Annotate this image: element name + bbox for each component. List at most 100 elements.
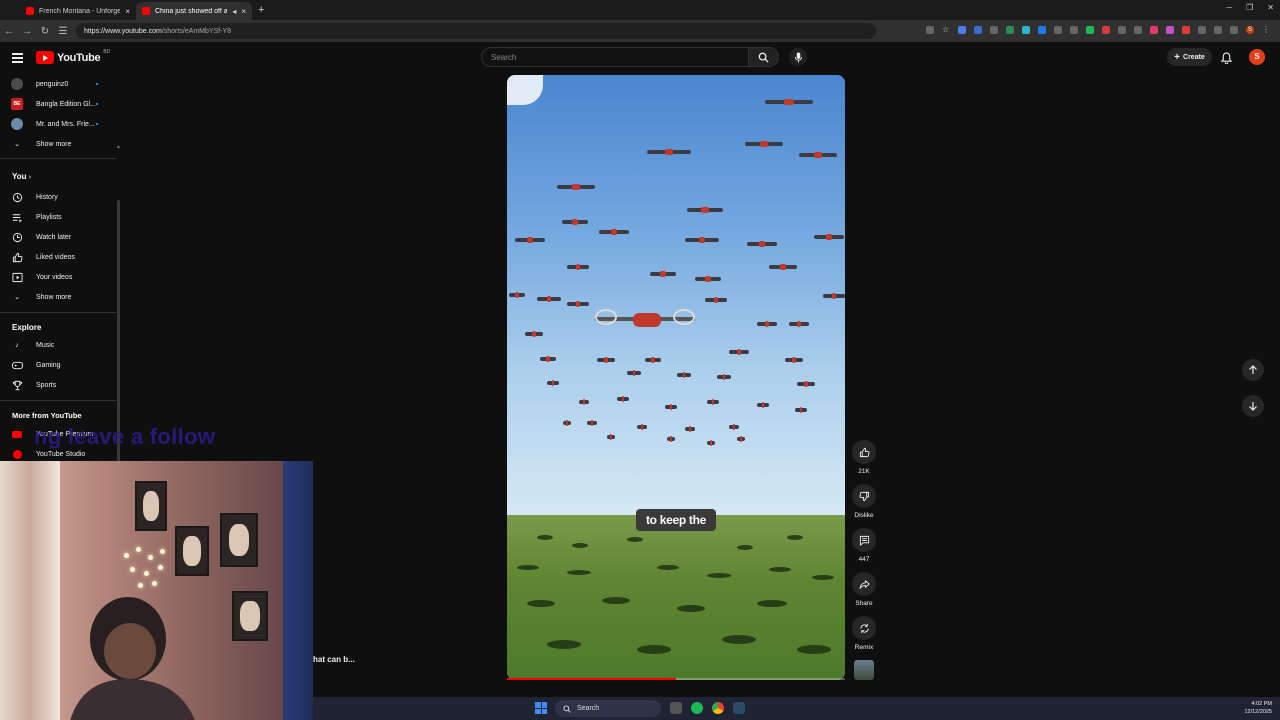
puzzle-icon[interactable] [1198, 26, 1206, 34]
divider [0, 158, 116, 159]
drone-shadow [737, 545, 753, 550]
remix-label: Remix [854, 644, 874, 651]
download-icon[interactable] [1230, 26, 1238, 34]
cast-icon[interactable] [926, 26, 934, 34]
dislike-icon [859, 491, 869, 501]
next-short-button[interactable] [1242, 395, 1264, 417]
extension-icon[interactable] [1102, 26, 1110, 34]
extension-icon[interactable] [1070, 26, 1078, 34]
minimize-icon[interactable]: ─ [1226, 3, 1232, 12]
you-heading[interactable]: You › [12, 172, 31, 181]
youtube-favicon-icon [26, 7, 34, 15]
extension-icon[interactable] [1054, 26, 1062, 34]
url-path: /shorts/eAmMbYSf-Y8 [161, 27, 232, 35]
sidebar-item-label: Liked videos [36, 253, 75, 261]
chrome-icon[interactable] [712, 702, 724, 714]
back-icon[interactable]: ← [0, 26, 18, 37]
comments-button[interactable]: 447 [850, 528, 878, 563]
extension-icon[interactable] [1086, 26, 1094, 34]
extension-icon[interactable] [974, 26, 982, 34]
extension-icon[interactable] [1182, 26, 1190, 34]
profile-avatar[interactable]: S [1246, 26, 1254, 34]
close-icon[interactable]: × [241, 7, 246, 16]
dislike-button[interactable]: Dislike [850, 484, 878, 519]
voice-search-button[interactable] [789, 48, 807, 66]
extension-icon[interactable] [1150, 26, 1158, 34]
bookmark-star-icon[interactable]: ☆ [942, 26, 950, 34]
sidebar-item-penguinz0[interactable]: penguinz0 [0, 74, 116, 94]
sidebar-item-gaming[interactable]: Gaming [0, 355, 116, 375]
restore-icon[interactable]: ❐ [1246, 3, 1253, 12]
short-video-player[interactable] [507, 75, 845, 680]
sound-thumbnail[interactable] [854, 660, 874, 680]
sidepanel-icon[interactable] [1214, 26, 1222, 34]
sidebar-item-mr-mrs[interactable]: Mr. and Mrs. Frie... [0, 114, 116, 134]
drone [562, 219, 588, 225]
sidebar-item-music[interactable]: ♪ Music [0, 335, 116, 355]
sidebar-item-history[interactable]: History [0, 187, 116, 207]
drone [563, 420, 571, 426]
extension-icon[interactable] [1006, 26, 1014, 34]
extension-icon[interactable] [1166, 26, 1174, 34]
create-button[interactable]: + Create [1167, 48, 1212, 66]
extension-icon[interactable] [1118, 26, 1126, 34]
tab-french-montana[interactable]: French Montana - Unforgettab × [20, 2, 136, 20]
share-button[interactable]: Share [850, 572, 878, 607]
sidebar-item-bangla-edition[interactable]: BE Bangla Edition Gl... [0, 94, 116, 114]
extension-icon[interactable] [1038, 26, 1046, 34]
sidebar-item-your-videos[interactable]: Your videos [0, 267, 116, 287]
taskbar-search-box[interactable]: Search [555, 700, 661, 717]
youtube-logo[interactable]: YouTube BD [36, 48, 111, 64]
sidebar-item-label: Show more [36, 140, 72, 148]
logo-wordmark: YouTube [57, 51, 101, 64]
reload-icon[interactable]: ↻ [36, 26, 54, 37]
speaker-icon[interactable]: ◂ [232, 7, 236, 16]
search-button[interactable] [749, 47, 779, 67]
scroll-up-arrow-icon[interactable]: ▲ [116, 144, 121, 150]
avatar[interactable]: S [1249, 49, 1265, 65]
steam-icon[interactable] [733, 702, 745, 714]
drone-shadow [797, 645, 831, 654]
hamburger-menu-icon[interactable] [12, 53, 23, 65]
drone [687, 207, 723, 213]
extension-icon[interactable] [1022, 26, 1030, 34]
windows-start-icon[interactable] [535, 702, 547, 714]
tab-china-drone[interactable]: China just showed off a dro ◂ × [136, 2, 252, 20]
drone [747, 241, 777, 247]
file-explorer-icon[interactable] [670, 702, 682, 714]
menu-kebab-icon[interactable]: ⋮ [1262, 26, 1270, 34]
extension-icon[interactable] [990, 26, 998, 34]
like-button[interactable]: 21K [850, 440, 878, 475]
close-icon[interactable]: × [125, 7, 130, 16]
show-more-you[interactable]: ⌄ Show more [0, 287, 116, 307]
more-from-youtube-heading: More from YouTube [12, 411, 82, 420]
sidebar-item-label: Sports [36, 381, 57, 389]
site-info-icon[interactable]: ☰ [54, 26, 72, 37]
drone [537, 296, 561, 302]
music-icon: ♪ [15, 341, 19, 349]
dislike-label: Dislike [854, 512, 874, 519]
search-icon [563, 704, 571, 713]
forward-icon[interactable]: → [18, 26, 36, 37]
search-input[interactable]: Search [481, 47, 749, 67]
spotify-icon[interactable] [691, 702, 703, 714]
video-progress-bar[interactable] [507, 678, 845, 680]
previous-short-button[interactable] [1242, 359, 1264, 381]
like-icon [11, 251, 23, 263]
show-more-subscriptions[interactable]: ⌄ Show more [0, 134, 116, 154]
drone [823, 293, 845, 299]
sidebar-item-sports[interactable]: Sports [0, 375, 116, 395]
sidebar-item-playlists[interactable]: Playlists [0, 207, 116, 227]
sidebar-item-watch-later[interactable]: Watch later [0, 227, 116, 247]
extension-icon[interactable] [1134, 26, 1142, 34]
country-code: BD [103, 48, 111, 55]
extension-icon[interactable] [958, 26, 966, 34]
url-field[interactable]: https://www.youtube.com/shorts/eAmMbYSf-… [76, 23, 876, 39]
sidebar-item-liked-videos[interactable]: Liked videos [0, 247, 116, 267]
taskbar-clock[interactable]: 4:02 PM 12/12/2025 [1244, 700, 1272, 716]
notifications-bell-icon[interactable] [1220, 51, 1233, 69]
screen: French Montana - Unforgettab × China jus… [0, 0, 1280, 720]
new-tab-button[interactable]: + [258, 4, 264, 16]
remix-button[interactable]: Remix [850, 616, 878, 651]
close-window-icon[interactable]: ✕ [1267, 3, 1274, 12]
